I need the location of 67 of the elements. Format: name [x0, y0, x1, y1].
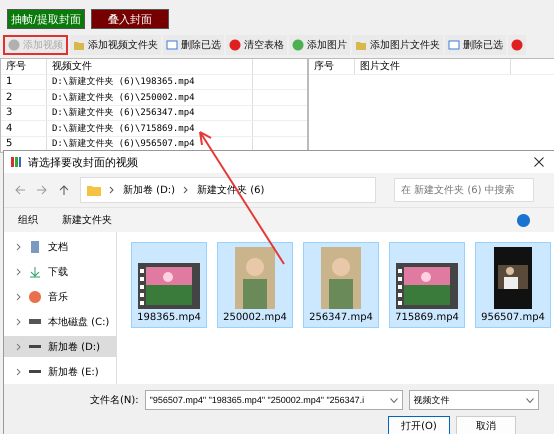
- table-cell: 4: [1, 121, 47, 136]
- up-icon[interactable]: [58, 184, 70, 196]
- cancel-button[interactable]: 取消: [456, 416, 516, 434]
- folder-icon: [355, 39, 367, 51]
- nav-item[interactable]: 新加卷 (D:): [4, 336, 116, 357]
- nav-item[interactable]: 本地磁盘 (C:): [4, 311, 116, 332]
- table-cell: D:\新建文件夹 (6)\198365.mp4: [47, 74, 253, 89]
- chevron-icon: [16, 242, 22, 250]
- chevron-icon: [16, 318, 22, 326]
- chevron-icon: [109, 186, 115, 194]
- toolbar-button[interactable]: [508, 35, 526, 55]
- file-tile[interactable]: 250002.mp4: [217, 242, 293, 328]
- chevron-icon: [16, 368, 22, 376]
- caret-icon: [526, 398, 534, 402]
- field-label: 文件名(N):: [90, 394, 139, 407]
- search-field[interactable]: 在 新建文件夹 (6) 中搜索: [394, 178, 534, 202]
- toolbar-button[interactable]: 添加视频文件夹: [70, 35, 161, 55]
- cover-button[interactable]: 抽帧/提取封面: [7, 9, 85, 29]
- file-name-field[interactable]: "956507.mp4" "198365.mp4" "250002.mp4" "256347.i: [144, 390, 403, 410]
- cover-button[interactable]: 叠入封面: [91, 9, 169, 29]
- nav-item[interactable]: 下载: [4, 261, 116, 282]
- window-icon: [166, 39, 178, 51]
- app-icon: [10, 156, 22, 168]
- dialog-title: 请选择要改封面的视频: [28, 154, 138, 170]
- column-header: 图片文件: [355, 59, 511, 74]
- toolbar-button[interactable]: 清空表格: [226, 35, 287, 55]
- file-tile[interactable]: 256347.mp4: [303, 242, 379, 328]
- drive-icon: [29, 370, 41, 373]
- folder-icon: [73, 39, 85, 51]
- file-tile[interactable]: 198365.mp4: [131, 242, 207, 328]
- drive-icon: [29, 345, 41, 348]
- toolbar-button[interactable]: 删除已选: [163, 35, 224, 55]
- nav-item[interactable]: 音乐: [4, 286, 116, 307]
- column-header: 序号: [309, 59, 355, 74]
- caret-icon: [390, 398, 398, 402]
- toolbar-button[interactable]: 添加图片文件夹: [352, 35, 443, 55]
- column-header: 视频文件: [47, 59, 253, 74]
- document-icon: [29, 240, 41, 252]
- nav-item[interactable]: 新加卷 (E:): [4, 361, 116, 382]
- open-button[interactable]: 打开(O): [388, 416, 450, 434]
- command-button[interactable]: 组织: [18, 213, 38, 227]
- file-tile[interactable]: 715869.mp4: [389, 242, 465, 328]
- close-icon[interactable]: [534, 157, 544, 167]
- table-cell: 2: [1, 90, 47, 104]
- toolbar-button[interactable]: 添加图片: [289, 35, 350, 55]
- file-tile[interactable]: 956507.mp4: [475, 242, 551, 328]
- command-button[interactable]: 新建文件夹: [62, 213, 112, 227]
- window-icon: [448, 39, 460, 51]
- chevron-icon: [16, 292, 22, 300]
- forward-icon[interactable]: [36, 184, 48, 196]
- folder-icon: [87, 184, 101, 196]
- back-icon[interactable]: [14, 184, 26, 196]
- toolbar-button[interactable]: 删除已选: [445, 35, 506, 55]
- column-header: 序号: [1, 59, 47, 74]
- chevron-icon: [16, 342, 22, 350]
- table-cell: 1: [1, 74, 47, 89]
- breadcrumb-item[interactable]: 新加卷 (D:): [123, 183, 176, 197]
- file-type-dropdown[interactable]: 视频文件: [408, 390, 539, 410]
- drive-icon: [29, 319, 41, 324]
- download-icon: [29, 266, 41, 278]
- chevron-icon: [183, 186, 190, 194]
- table-cell: D:\新建文件夹 (6)\715869.mp4: [47, 121, 253, 136]
- table-cell: D:\新建文件夹 (6)\256347.mp4: [47, 106, 253, 120]
- table-cell: 3: [1, 106, 47, 120]
- chevron-icon: [16, 268, 22, 276]
- nav-item[interactable]: 文档: [4, 236, 116, 257]
- table-cell: D:\新建文件夹 (6)\250002.mp4: [47, 90, 253, 104]
